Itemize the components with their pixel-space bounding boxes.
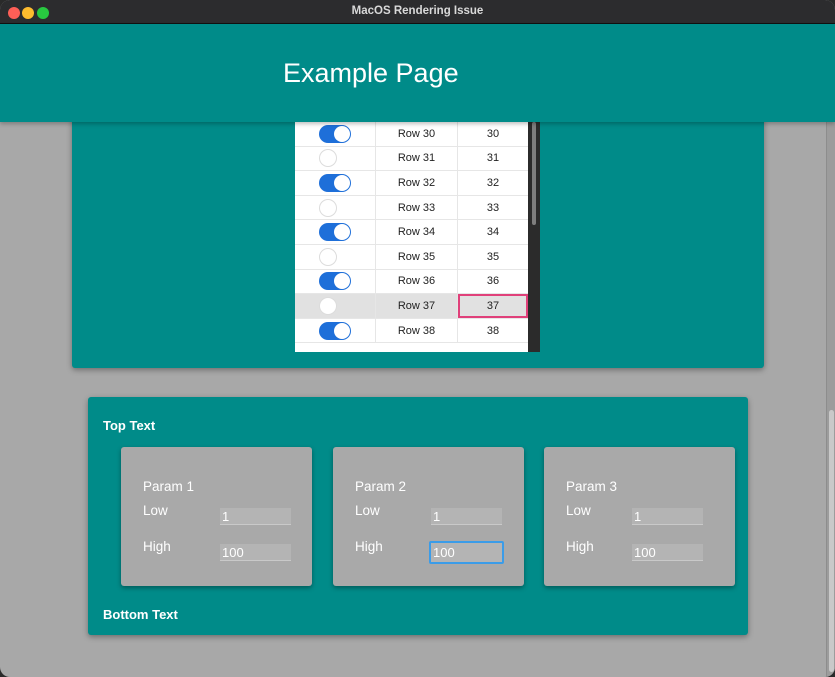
app-window: MacOS Rendering Issue Row 30 30 Row 31 31 Ro… <box>0 0 835 677</box>
row-name-cell[interactable]: Row 37 <box>376 294 458 318</box>
row-name-cell[interactable]: Row 33 <box>376 195 458 220</box>
table-row[interactable]: Row 35 35 <box>295 245 528 270</box>
row-name-cell[interactable]: Row 30 <box>376 122 458 146</box>
high-input[interactable]: 100 <box>220 544 291 561</box>
param-card-1: Param 1 Low 1 High 100 <box>121 447 312 586</box>
top-text: Top Text <box>103 418 156 433</box>
table-row[interactable]: Row 34 34 <box>295 220 528 245</box>
row-value-cell[interactable]: 38 <box>458 319 528 343</box>
row-value-cell[interactable]: 30 <box>458 122 528 146</box>
high-label: High <box>143 539 171 554</box>
param-card-3: Param 3 Low 1 High 100 <box>544 447 735 586</box>
param-title: Param 1 <box>143 479 195 494</box>
title-bar[interactable]: MacOS Rendering Issue <box>0 0 835 24</box>
table-scrollbar-thumb[interactable] <box>532 122 536 225</box>
row-value-cell[interactable]: 32 <box>458 171 528 195</box>
row-name-cell[interactable]: Row 32 <box>376 171 458 195</box>
high-input[interactable]: 100 <box>429 541 504 564</box>
high-input[interactable]: 100 <box>632 544 703 561</box>
low-label: Low <box>355 503 380 518</box>
low-label: Low <box>566 503 591 518</box>
table-row[interactable]: Row 30 30 <box>295 122 528 147</box>
high-label: High <box>566 539 594 554</box>
page-header: Example Page <box>0 24 835 122</box>
param-title: Param 3 <box>566 479 618 494</box>
table-row[interactable]: Row 32 32 <box>295 171 528 196</box>
toggle-switch[interactable] <box>319 296 337 315</box>
data-table: Row 30 30 Row 31 31 Row 32 32 Row 33 33 Row 34 34… <box>295 104 540 352</box>
table-row[interactable]: Row 37 37 <box>295 294 528 319</box>
page-title: Example Page <box>283 58 459 88</box>
table-row[interactable]: Row 36 36 <box>295 269 528 295</box>
low-label: Low <box>143 503 168 518</box>
row-name-cell[interactable]: Row 35 <box>376 245 458 269</box>
row-value-cell[interactable]: 36 <box>458 270 528 294</box>
row-value-cell[interactable]: 34 <box>458 220 528 244</box>
toggle-switch[interactable] <box>319 198 337 217</box>
row-name-cell[interactable]: Row 38 <box>376 318 458 343</box>
low-input[interactable]: 1 <box>220 508 291 525</box>
table-row[interactable]: Row 33 33 <box>295 195 528 221</box>
row-name-cell[interactable]: Row 31 <box>376 146 458 171</box>
toggle-switch[interactable] <box>319 247 337 266</box>
row-name-cell[interactable]: Row 34 <box>376 220 458 244</box>
low-input[interactable]: 1 <box>632 508 703 525</box>
param-card-2: Param 2 Low 1 High 100 <box>333 447 524 586</box>
param-title: Param 2 <box>355 479 407 494</box>
window-title: MacOS Rendering Issue <box>351 5 484 17</box>
row-value-cell[interactable]: 31 <box>458 147 528 171</box>
toggle-switch[interactable] <box>319 223 351 242</box>
table-row[interactable]: Row 38 38 <box>295 318 528 344</box>
page-scrollbar-thumb[interactable] <box>829 410 834 672</box>
toggle-switch[interactable] <box>319 149 337 168</box>
row-value-cell[interactable]: 37 <box>458 294 528 318</box>
toggle-switch[interactable] <box>319 321 351 340</box>
row-value-cell[interactable]: 35 <box>458 245 528 269</box>
bottom-text: Bottom Text <box>103 607 178 622</box>
toggle-switch[interactable] <box>319 124 351 143</box>
table-row[interactable]: Row 31 31 <box>295 146 528 172</box>
toggle-switch[interactable] <box>319 173 351 192</box>
row-value-cell[interactable]: 33 <box>458 196 528 220</box>
toggle-switch[interactable] <box>319 272 351 291</box>
row-name-cell[interactable]: Row 36 <box>376 269 458 294</box>
high-label: High <box>355 539 383 554</box>
low-input[interactable]: 1 <box>431 508 502 525</box>
